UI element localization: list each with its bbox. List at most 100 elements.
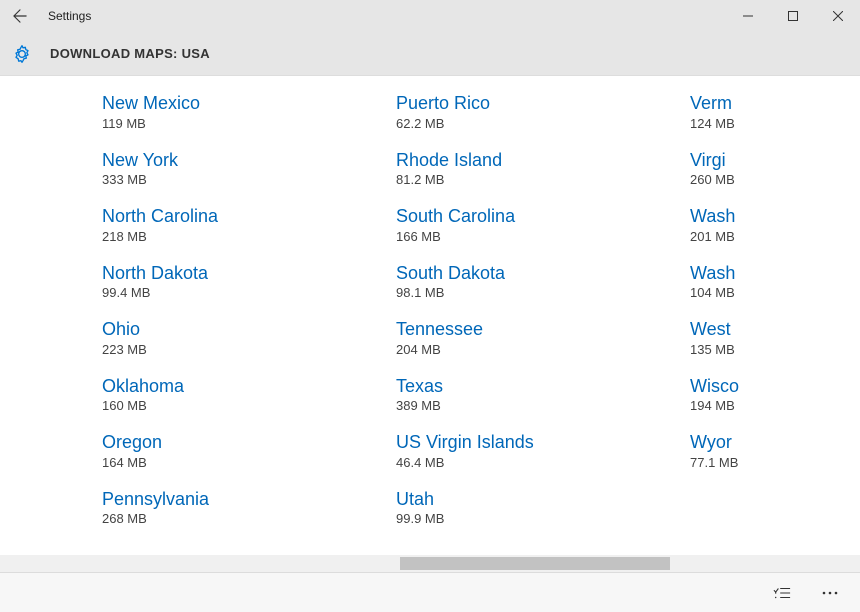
map-name: New York xyxy=(102,149,376,172)
map-size: 194 MB xyxy=(690,398,860,413)
map-size: 124 MB xyxy=(690,116,860,131)
gear-icon xyxy=(12,44,32,64)
map-item[interactable]: Rhode Island81.2 MB xyxy=(396,147,670,190)
map-item[interactable]: West135 MB xyxy=(690,316,860,359)
map-size: 260 MB xyxy=(690,172,860,187)
map-size: 46.4 MB xyxy=(396,455,670,470)
map-name: sota xyxy=(0,92,82,115)
map-size: 166 MB xyxy=(396,229,670,244)
map-item[interactable]: ippi xyxy=(0,132,82,160)
map-name: Oklahoma xyxy=(102,375,376,398)
minimize-button[interactable] xyxy=(725,0,770,32)
page-title: DOWNLOAD MAPS: USA xyxy=(50,46,210,61)
app-title: Settings xyxy=(48,9,91,23)
minimize-icon xyxy=(743,11,753,21)
map-size: 218 MB xyxy=(102,229,376,244)
map-name: North Dakota xyxy=(102,262,376,285)
map-size: 98.1 MB xyxy=(396,285,670,300)
map-item[interactable]: ampshire xyxy=(0,317,82,345)
map-size: 204 MB xyxy=(396,342,670,357)
window-controls xyxy=(725,0,860,32)
map-item[interactable]: North Dakota99.4 MB xyxy=(102,260,376,303)
map-name: Utah xyxy=(396,488,670,511)
map-name: ersey xyxy=(0,360,82,383)
map-item[interactable]: Wisco194 MB xyxy=(690,373,860,416)
map-item[interactable]: sota xyxy=(0,90,82,118)
map-item[interactable]: Puerto Rico62.2 MB xyxy=(396,90,670,133)
page-header: DOWNLOAD MAPS: USA xyxy=(0,32,860,76)
map-name: ippi xyxy=(0,134,82,157)
map-item[interactable]: Wyor77.1 MB xyxy=(690,429,860,472)
map-item[interactable]: Pennsylvania268 MB xyxy=(102,486,376,529)
map-item[interactable]: New Mexico119 MB xyxy=(102,90,376,133)
map-item[interactable]: Oklahoma160 MB xyxy=(102,373,376,416)
map-name: Tennessee xyxy=(396,318,670,341)
map-name: Rhode Island xyxy=(396,149,670,172)
map-size: 160 MB xyxy=(102,398,376,413)
map-name: Oregon xyxy=(102,431,376,454)
map-name: North Carolina xyxy=(102,205,376,228)
map-size: 333 MB xyxy=(102,172,376,187)
map-size: 81.2 MB xyxy=(396,172,670,187)
titlebar-left: Settings xyxy=(10,6,91,26)
map-size: 268 MB xyxy=(102,511,376,526)
maps-column: sota ippi ri na ska ampshire ersey xyxy=(0,90,102,542)
map-size: 77.1 MB xyxy=(690,455,860,470)
map-name: Pennsylvania xyxy=(102,488,376,511)
map-item[interactable]: ri xyxy=(0,173,82,201)
map-name: Puerto Rico xyxy=(396,92,670,115)
map-item[interactable]: Utah99.9 MB xyxy=(396,486,670,529)
map-size: 164 MB xyxy=(102,455,376,470)
map-size: 201 MB xyxy=(690,229,860,244)
map-item[interactable]: South Dakota98.1 MB xyxy=(396,260,670,303)
map-name: South Dakota xyxy=(396,262,670,285)
close-button[interactable] xyxy=(815,0,860,32)
map-size: 119 MB xyxy=(102,116,376,131)
back-arrow-icon xyxy=(13,9,27,23)
map-item[interactable]: Texas389 MB xyxy=(396,373,670,416)
map-item[interactable] xyxy=(0,298,82,303)
maps-column: New Mexico119 MB New York333 MB North Caro… xyxy=(102,90,396,542)
map-item[interactable]: North Carolina218 MB xyxy=(102,203,376,246)
map-name: Wyor xyxy=(690,431,860,454)
maps-columns: sota ippi ri na ska ampshire ersey New Mexico11… xyxy=(0,90,860,542)
map-item[interactable]: US Virgin Islands46.4 MB xyxy=(396,429,670,472)
map-name: Wisco xyxy=(690,375,860,398)
map-name: na xyxy=(0,217,82,240)
maps-column: Puerto Rico62.2 MB Rhode Island81.2 MB Sou… xyxy=(396,90,690,542)
settings-window: Settings DOWNLOAD MAPS: USA sota ippi ri na… xyxy=(0,0,860,612)
map-item[interactable]: na xyxy=(0,215,82,243)
map-item[interactable]: Wash201 MB xyxy=(690,203,860,246)
map-name: South Carolina xyxy=(396,205,670,228)
map-name: Verm xyxy=(690,92,860,115)
map-item[interactable]: Virgi260 MB xyxy=(690,147,860,190)
select-button[interactable] xyxy=(762,577,802,609)
map-name: Texas xyxy=(396,375,670,398)
map-size: 99.9 MB xyxy=(396,511,670,526)
map-name: Wash xyxy=(690,205,860,228)
maximize-button[interactable] xyxy=(770,0,815,32)
map-size: 99.4 MB xyxy=(102,285,376,300)
map-item[interactable]: Oregon164 MB xyxy=(102,429,376,472)
map-item[interactable]: ska xyxy=(0,256,82,284)
map-item[interactable]: Ohio223 MB xyxy=(102,316,376,359)
maps-column: Verm124 MBVirgi260 MBWash201 MBWash104 M… xyxy=(690,90,860,542)
map-size: 62.2 MB xyxy=(396,116,670,131)
map-name: Wash xyxy=(690,262,860,285)
horizontal-scrollbar[interactable] xyxy=(0,555,860,572)
map-item[interactable]: Tennessee204 MB xyxy=(396,316,670,359)
map-item[interactable]: ersey xyxy=(0,358,82,386)
map-name: US Virgin Islands xyxy=(396,431,670,454)
titlebar: Settings xyxy=(0,0,860,32)
maximize-icon xyxy=(788,11,798,21)
scrollbar-thumb[interactable] xyxy=(400,557,670,570)
map-item[interactable]: Verm124 MB xyxy=(690,90,860,133)
map-size: 223 MB xyxy=(102,342,376,357)
map-item[interactable]: South Carolina166 MB xyxy=(396,203,670,246)
close-icon xyxy=(833,11,843,21)
map-item[interactable]: Wash104 MB xyxy=(690,260,860,303)
map-item[interactable]: New York333 MB xyxy=(102,147,376,190)
command-bar xyxy=(0,572,860,612)
back-button[interactable] xyxy=(10,6,30,26)
more-button[interactable] xyxy=(810,577,850,609)
